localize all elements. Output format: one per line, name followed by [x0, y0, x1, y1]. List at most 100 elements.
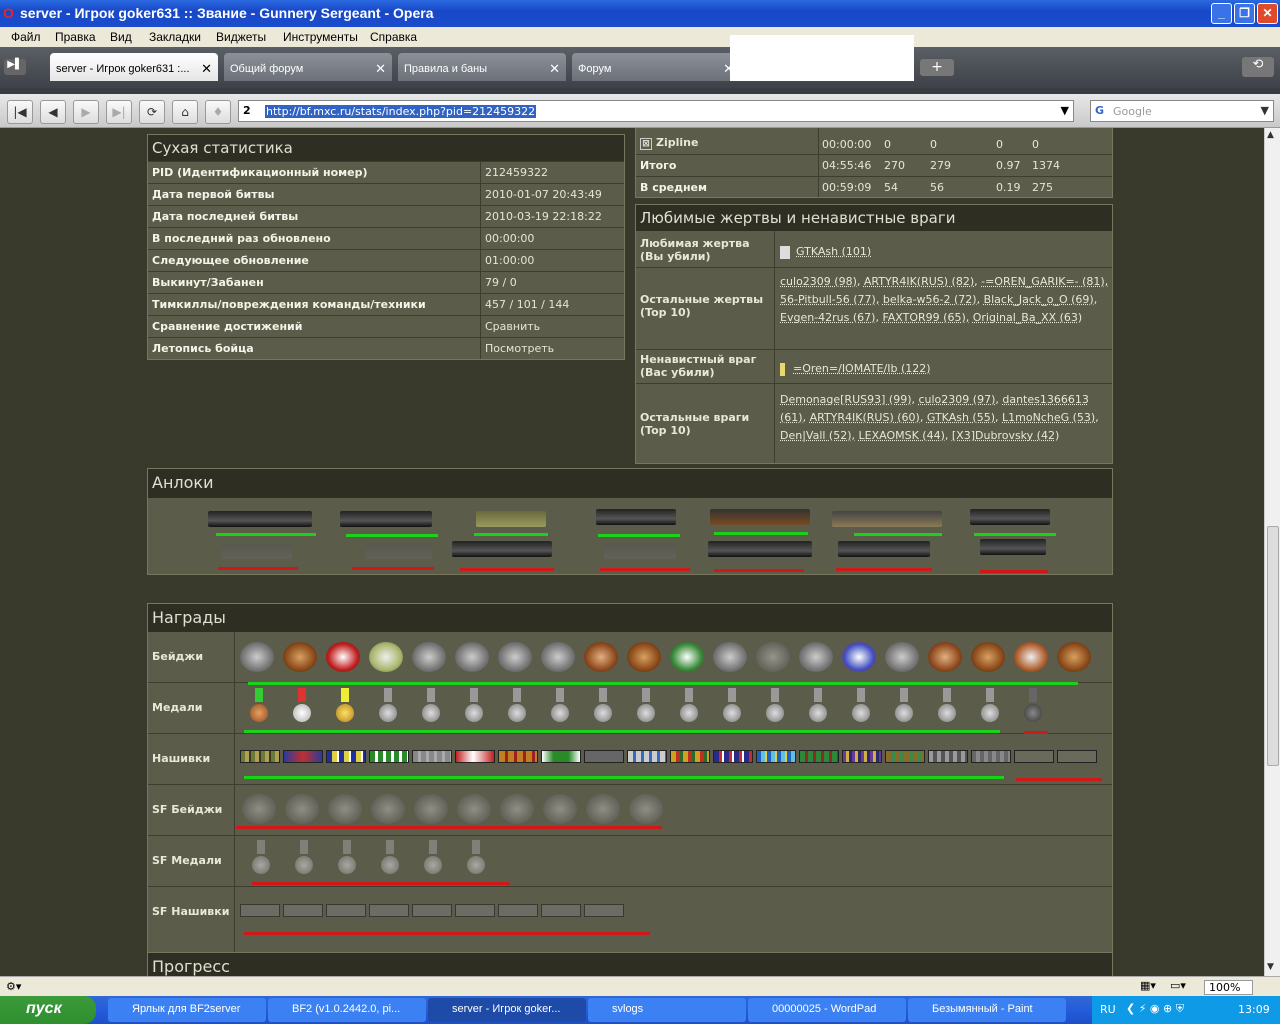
system-tray: RU ❮ ⚡ ◉ ⊕ ⛨ 13:09: [1092, 996, 1280, 1024]
weapon-icon: [596, 509, 676, 525]
weapon-icon: [980, 539, 1046, 555]
player-link[interactable]: L1moNcheG (53),: [1002, 411, 1099, 424]
reload-icon[interactable]: ⟳: [139, 100, 165, 124]
tab-server[interactable]: server - Игрок goker631 :... ✕: [50, 53, 218, 81]
player-link[interactable]: Black_Jack_o_O (69),: [984, 293, 1098, 306]
menu-edit[interactable]: Правка: [55, 30, 96, 44]
task-bf2[interactable]: BF2 (v1.0.2442.0, pi...: [268, 998, 426, 1022]
task-opera[interactable]: server - Игрок goker...: [428, 998, 586, 1022]
wand-icon[interactable]: ♦: [205, 100, 231, 124]
player-link[interactable]: [X3]Dubrovsky (42): [952, 429, 1059, 442]
badge-icon: [799, 642, 833, 672]
player-link[interactable]: belka-w56-2 (72),: [883, 293, 980, 306]
player-link[interactable]: culo2309 (98),: [780, 275, 860, 288]
tab-forum[interactable]: Форум ✕: [572, 53, 740, 81]
ribbon-icon: [627, 750, 667, 763]
badge-icon: [369, 642, 403, 672]
player-link[interactable]: Original_Ba_XX (63): [973, 311, 1082, 324]
scroll-down-icon[interactable]: ▼: [1267, 962, 1274, 972]
fast-forward-icon[interactable]: ▶|: [106, 100, 132, 124]
tab-rules[interactable]: Правила и баны ✕: [398, 53, 566, 81]
player-link[interactable]: FAXTOR99 (65),: [882, 311, 969, 324]
player-link[interactable]: ARTYR4IK(RUS) (60),: [810, 411, 924, 424]
progress-panel: Прогресс: [147, 952, 1113, 976]
other-victims-list: culo2309 (98), ARTYR4IK(RUS) (82), -=ORE…: [780, 273, 1110, 327]
row-value: 270: [884, 159, 905, 172]
compare-link[interactable]: Сравнить: [485, 320, 540, 333]
home-icon[interactable]: ⌂: [172, 100, 198, 124]
fav-victim: GTKAsh (101): [780, 245, 871, 259]
trash-icon[interactable]: ⟲: [1242, 57, 1274, 77]
redacted-area: [730, 35, 914, 81]
sf-badge-icon: [242, 794, 276, 824]
player-link[interactable]: Den|Vall (52),: [780, 429, 855, 442]
menu-tools[interactable]: Инструменты: [283, 30, 358, 44]
ribbon-icon: [283, 750, 323, 763]
medal-icon: [508, 688, 526, 726]
zipline-row-label: ⊠ Zipline: [640, 136, 698, 150]
panel-icon[interactable]: ▦▾: [1140, 979, 1156, 992]
language-indicator[interactable]: RU: [1100, 1003, 1116, 1016]
task-bf2server[interactable]: Ярлык для BF2server: [108, 998, 266, 1022]
player-link[interactable]: GTKAsh (55),: [927, 411, 999, 424]
row-label: Итого: [640, 159, 677, 172]
task-wordpad[interactable]: 00000025 - WordPad: [748, 998, 906, 1022]
task-label: svlogs: [612, 1003, 644, 1015]
stat-row: Сравнение достижений Сравнить: [148, 315, 624, 337]
medal-icon: [293, 688, 311, 726]
search-input[interactable]: G Google ▼: [1090, 100, 1274, 122]
task-label: server - Игрок goker...: [452, 1003, 561, 1015]
address-field[interactable]: 2 http://bf.mxc.ru/stats/index.php?pid=2…: [238, 100, 1074, 122]
player-link[interactable]: Demonage[RUS93] (99),: [780, 393, 915, 406]
dry-stats-panel: Сухая статистика PID (Идентификационный …: [147, 134, 625, 360]
player-link[interactable]: GTKAsh (101): [796, 245, 871, 258]
new-tab-icon[interactable]: +: [920, 59, 954, 76]
zoom-level[interactable]: 100%: [1204, 980, 1254, 995]
menu-file[interactable]: Файл: [11, 30, 41, 44]
panel-toggle-icon[interactable]: ▶▌: [4, 59, 26, 75]
tray-icons[interactable]: ❮ ⚡ ◉ ⊕ ⛨: [1126, 1002, 1184, 1016]
rewind-icon[interactable]: |◀: [7, 100, 33, 124]
tab-general-forum[interactable]: Общий форум ✕: [224, 53, 392, 81]
medal-icon: [680, 688, 698, 726]
task-paint[interactable]: Безымянный - Paint: [908, 998, 1066, 1022]
player-link[interactable]: culo2309 (97),: [918, 393, 998, 406]
view-icon[interactable]: ▭▾: [1170, 979, 1186, 992]
menu-view[interactable]: Вид: [110, 30, 132, 44]
sf-badge-icon: [414, 794, 448, 824]
close-icon[interactable]: ✕: [201, 61, 212, 77]
vertical-scrollbar[interactable]: ▲ ▼: [1264, 128, 1280, 976]
stat-value: 457 / 101 / 144: [485, 298, 570, 311]
menu-help[interactable]: Справка: [370, 30, 417, 44]
page-info-icon[interactable]: 2: [243, 104, 251, 117]
settings-icon[interactable]: ⚙▾: [6, 980, 21, 993]
chevron-down-icon[interactable]: ▼: [1061, 104, 1069, 117]
stat-row: Тимкиллы/повреждения команды/техники 457 …: [148, 293, 624, 315]
player-link[interactable]: LEXAOMSK (44),: [859, 429, 949, 442]
close-icon[interactable]: ✕: [549, 61, 560, 77]
stat-row: В последний раз обновлено 00:00:00: [148, 227, 624, 249]
player-link[interactable]: =Oren=/IOMATE/Ib (122): [793, 362, 931, 375]
forward-icon[interactable]: ▶: [73, 100, 99, 124]
task-svlogs[interactable]: svlogs: [588, 998, 746, 1022]
player-link[interactable]: -=OREN_GARIK=- (81),: [981, 275, 1108, 288]
start-button[interactable]: пуск: [0, 996, 96, 1024]
player-link[interactable]: ARTYR4IK(RUS) (82),: [864, 275, 978, 288]
ribbon-icon: [369, 750, 409, 763]
maximize-button[interactable]: ❐: [1234, 3, 1255, 24]
player-link[interactable]: 56-Pitbull-56 (77),: [780, 293, 879, 306]
medal-icon: [809, 688, 827, 726]
close-button[interactable]: ✕: [1257, 3, 1278, 24]
chronicle-link[interactable]: Посмотреть: [485, 342, 554, 355]
scroll-thumb[interactable]: [1267, 526, 1279, 766]
player-link[interactable]: Evgen-42rus (67),: [780, 311, 879, 324]
other-enemies-label: Остальные враги (Top 10): [640, 411, 750, 437]
minimize-button[interactable]: _: [1211, 3, 1232, 24]
menu-widgets[interactable]: Виджеты: [216, 30, 266, 44]
back-icon[interactable]: ◀: [40, 100, 66, 124]
chevron-down-icon[interactable]: ▼: [1261, 104, 1269, 117]
close-icon[interactable]: ✕: [375, 61, 386, 77]
menu-bookmarks[interactable]: Закладки: [149, 30, 201, 44]
scroll-up-icon[interactable]: ▲: [1267, 130, 1274, 140]
start-label: пуск: [26, 1000, 62, 1017]
